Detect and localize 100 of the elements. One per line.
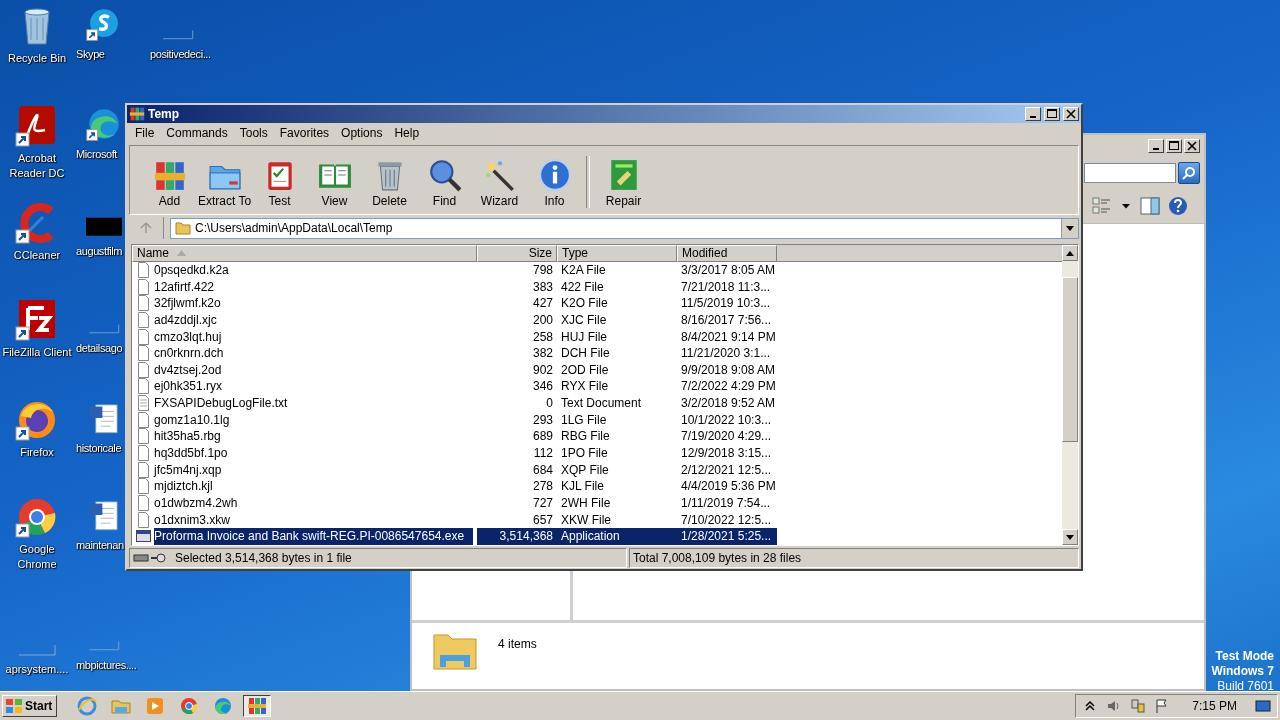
file-row[interactable]: ad4zddjl.xjc 200 XJC File 8/16/2017 7:56... bbox=[132, 311, 1062, 329]
column-header[interactable]: Size bbox=[477, 245, 557, 262]
file-modified: 2/12/2021 12:5... bbox=[680, 462, 773, 477]
desktop-icon-label[interactable]: maintenan bbox=[76, 538, 124, 553]
menu-item[interactable]: Help bbox=[388, 126, 426, 140]
column-header[interactable]: Name bbox=[132, 245, 477, 262]
help-icon[interactable] bbox=[1168, 196, 1188, 216]
menu-item[interactable]: Options bbox=[335, 126, 389, 140]
desktop-icon-label[interactable]: FileZilla Client bbox=[2, 345, 72, 360]
file-row[interactable]: 12afirtf.422 383 422 File 7/21/2018 11:3... bbox=[132, 278, 1062, 295]
ie-icon bbox=[77, 696, 98, 716]
scroll-up-icon[interactable] bbox=[1066, 250, 1074, 256]
file-row[interactable]: cmzo3lqt.huj 258 HUJ File 8/4/2021 9:14 PM bbox=[132, 328, 1062, 345]
clock[interactable]: 7:15 PM bbox=[1192, 699, 1237, 713]
close-button[interactable] bbox=[1063, 107, 1079, 121]
minimize-button[interactable] bbox=[1148, 139, 1164, 153]
maximize-button[interactable] bbox=[1044, 107, 1060, 121]
scroll-down-icon[interactable] bbox=[1066, 534, 1074, 540]
toolbar-button[interactable]: Extract To bbox=[197, 158, 252, 208]
file-modified: 7/10/2022 12:5... bbox=[680, 512, 773, 527]
desktop-icon-label[interactable]: CCleaner bbox=[13, 248, 61, 263]
toolbar-button[interactable]: View bbox=[307, 158, 362, 208]
toolbar-button[interactable]: Wizard bbox=[472, 158, 527, 208]
file-type: K2O File bbox=[560, 296, 609, 311]
file-name: cmzo3lqt.huj bbox=[154, 329, 222, 344]
toolbar-button[interactable]: Repair bbox=[596, 158, 651, 208]
close-button[interactable] bbox=[1184, 139, 1200, 153]
file-row[interactable]: Proforma Invoice and Bank swift-REG.PI-0086547654.exe 3,514,368 Application 1/28/2021 5:25... bbox=[132, 527, 1062, 545]
file-modified: 9/9/2018 9:08 AM bbox=[680, 362, 777, 377]
file-row[interactable]: jfc5m4nj.xqp 684 XQP File 2/12/2021 12:5... bbox=[132, 461, 1062, 478]
desktop-icon-label[interactable]: historicale bbox=[76, 441, 122, 456]
preview-pane-icon[interactable] bbox=[1140, 196, 1160, 216]
desktop-icon-label[interactable]: detailsago bbox=[76, 341, 123, 356]
desktop-icon-label[interactable]: Firefox bbox=[20, 445, 54, 460]
menu-item[interactable]: Commands bbox=[160, 126, 234, 140]
search-button[interactable] bbox=[1178, 162, 1200, 184]
info-icon bbox=[537, 158, 572, 192]
file-row[interactable]: o1dwbzm4.2wh 727 2WH File 1/11/2019 7:54... bbox=[132, 494, 1062, 512]
file-size: 383 bbox=[531, 279, 554, 294]
desktop-icon-label[interactable]: Google Chrome bbox=[17, 542, 57, 572]
file-icon bbox=[136, 278, 151, 295]
file-icon bbox=[136, 311, 151, 328]
file-row[interactable]: gomz1a10.1lg 293 1LG File 10/1/2022 10:3... bbox=[132, 411, 1062, 429]
file-row[interactable]: ej0hk351.ryx 346 RYX File 7/2/2022 4:29 PM bbox=[132, 378, 1062, 395]
file-row[interactable]: 32fjlwmf.k2o 427 K2O File 11/5/2019 10:3... bbox=[132, 294, 1062, 312]
status-text: Selected 3,514,368 bytes in 1 file bbox=[175, 551, 352, 565]
toolbar-button[interactable]: Info bbox=[527, 158, 582, 208]
menu-item[interactable]: Favorites bbox=[273, 126, 336, 140]
file-row[interactable]: dv4ztsej.2od 902 2OD File 9/9/2018 9:08 AM bbox=[132, 361, 1062, 379]
toolbar-button[interactable]: Find bbox=[417, 158, 472, 208]
show-desktop-icon[interactable] bbox=[1255, 698, 1271, 714]
scroll-thumb[interactable] bbox=[1062, 277, 1078, 442]
file-modified: 11/21/2020 3:1... bbox=[680, 346, 772, 361]
toolbar-button[interactable]: Delete bbox=[362, 158, 417, 208]
file-size: 427 bbox=[531, 296, 554, 311]
item-count: 4 items bbox=[498, 637, 537, 651]
column-header[interactable]: Modified bbox=[677, 245, 777, 262]
file-row[interactable]: cn0rknrn.dch 382 DCH File 11/21/2020 3:1... bbox=[132, 344, 1062, 362]
file-row[interactable]: mjdiztch.kjl 278 KJL File 4/4/2019 5:36 PM bbox=[132, 477, 1062, 495]
desktop-icon-label[interactable]: Acrobat Reader DC bbox=[9, 151, 65, 181]
desktop-icon-label[interactable]: mbpictures.... bbox=[76, 658, 137, 673]
menu-item[interactable]: Tools bbox=[233, 126, 274, 140]
network-icon[interactable] bbox=[1130, 698, 1147, 714]
path-field[interactable]: C:\Users\admin\AppData\Local\Temp bbox=[170, 217, 1079, 239]
file-row[interactable]: o1dxnim3.xkw 657 XKW File 7/10/2022 12:5... bbox=[132, 511, 1062, 528]
minimize-button[interactable] bbox=[1025, 107, 1041, 121]
desktop-icon-label[interactable]: Skype bbox=[76, 47, 105, 62]
file-icon bbox=[136, 528, 151, 545]
file-modified: 8/4/2021 9:14 PM bbox=[680, 329, 777, 344]
file-row[interactable]: FXSAPIDebugLogFile.txt 0 Text Document 3/2/2018 9:52 AM bbox=[132, 394, 1062, 412]
drive-key-icon bbox=[133, 552, 169, 564]
file-row[interactable]: hit35ha5.rbg 689 RBG File 7/19/2020 4:29... bbox=[132, 428, 1062, 445]
file-icon bbox=[136, 328, 151, 345]
column-header[interactable]: Type bbox=[557, 245, 677, 262]
desktop-icon-label[interactable]: positivedeci... bbox=[150, 47, 211, 62]
taskbar-app-button[interactable] bbox=[243, 695, 272, 717]
file-icon bbox=[136, 378, 151, 395]
start-button[interactable]: Start bbox=[2, 695, 58, 717]
menu-item[interactable]: File bbox=[129, 126, 161, 140]
toolbar-button[interactable]: Test bbox=[252, 158, 307, 208]
dropdown-icon[interactable] bbox=[1121, 201, 1131, 211]
file-size: 727 bbox=[531, 495, 554, 510]
dropdown-icon[interactable] bbox=[1066, 225, 1074, 231]
file-type: RBG File bbox=[560, 429, 611, 444]
toolbar-button[interactable]: Add bbox=[142, 158, 197, 208]
desktop-icon-label[interactable]: aprsystem.... bbox=[5, 662, 69, 677]
file-type: 2OD File bbox=[560, 362, 610, 377]
file-size: 798 bbox=[531, 262, 554, 277]
maximize-button[interactable] bbox=[1166, 139, 1182, 153]
file-size: 258 bbox=[531, 329, 554, 344]
file-size: 3,514,368 bbox=[477, 527, 557, 545]
file-name: ej0hk351.ryx bbox=[154, 379, 223, 394]
file-row[interactable]: hq3dd5bf.1po 112 1PO File 12/9/2018 3:15... bbox=[132, 444, 1062, 462]
file-name: 12afirtf.422 bbox=[154, 279, 215, 294]
desktop-icon-label[interactable]: Recycle Bin bbox=[7, 51, 67, 66]
search-field[interactable] bbox=[1084, 163, 1176, 183]
file-row[interactable]: 0psqedkd.k2a 798 K2A File 3/3/2017 8:05 AM bbox=[132, 261, 1062, 279]
desktop-icon-label[interactable]: augustfilm bbox=[76, 244, 123, 259]
file-modified: 7/21/2018 11:3... bbox=[680, 279, 772, 294]
desktop-icon-label[interactable]: Microsoft bbox=[76, 147, 118, 162]
